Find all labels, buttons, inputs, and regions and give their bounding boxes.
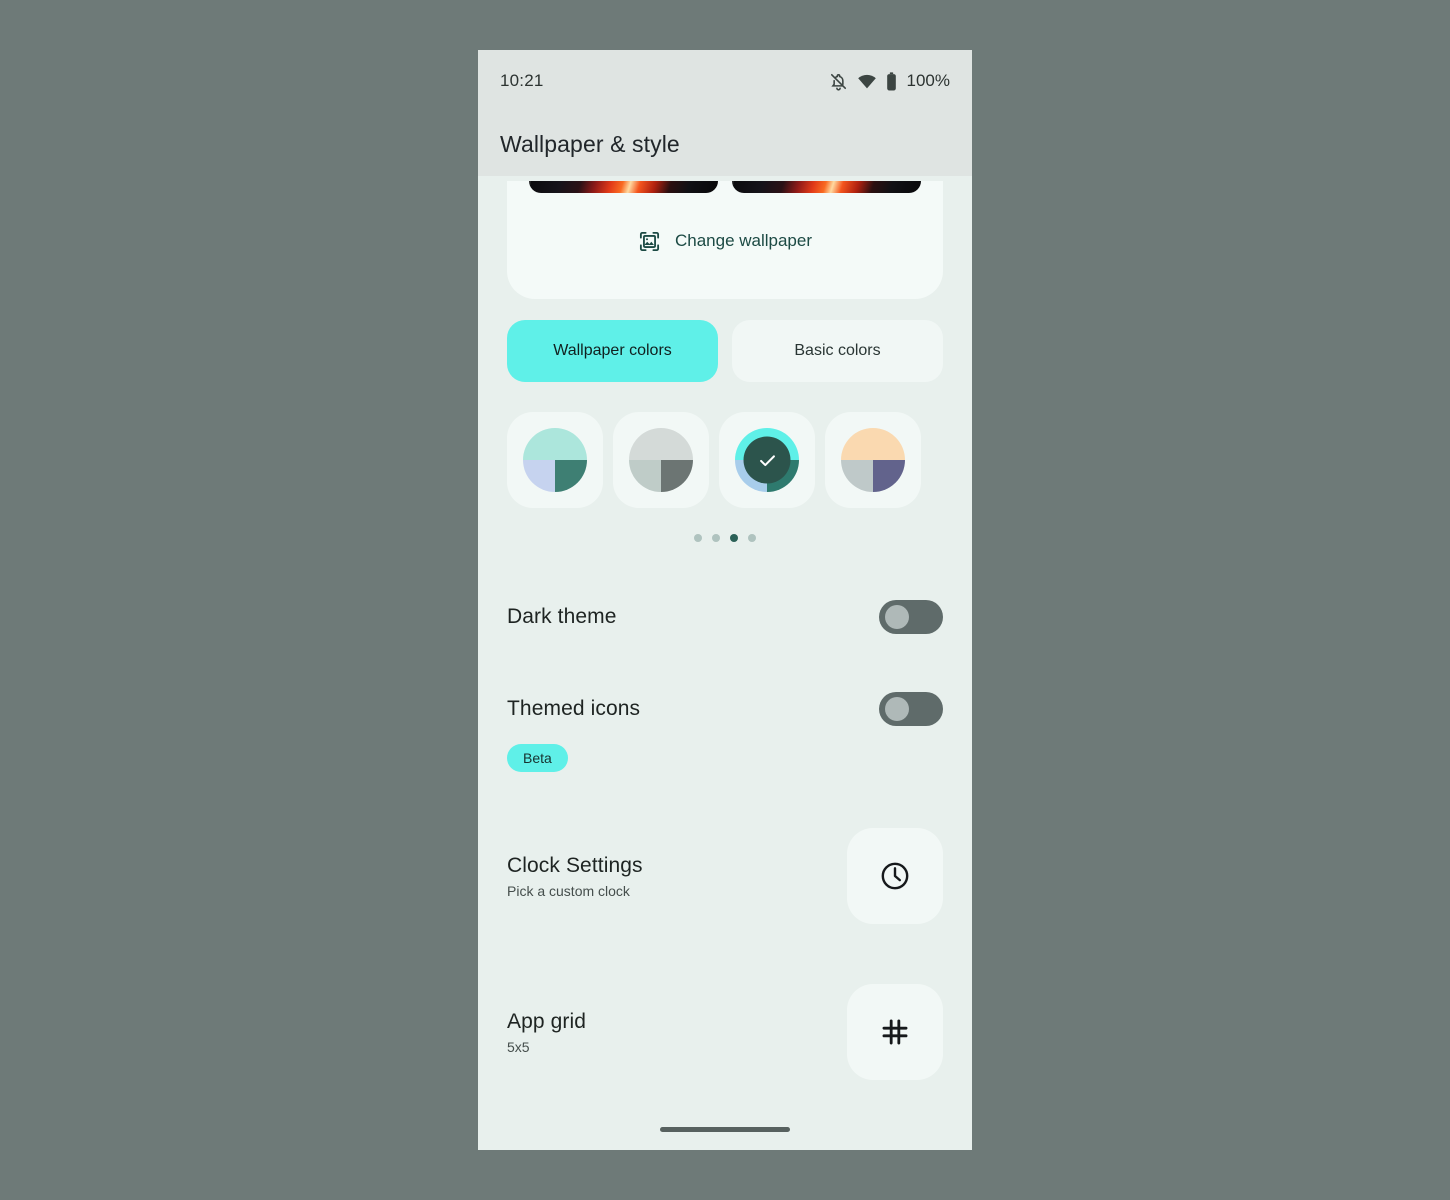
color-source-tabs: Wallpaper colors Basic colors bbox=[507, 320, 943, 382]
clock-settings-tile[interactable] bbox=[847, 828, 943, 924]
swatch-4-bottom-right-color bbox=[873, 460, 905, 492]
color-swatch-2-circle bbox=[629, 428, 693, 492]
themed-icons-toggle[interactable] bbox=[879, 692, 943, 726]
check-icon bbox=[743, 436, 791, 484]
battery-percent-label: 100% bbox=[906, 71, 950, 90]
swatch-4-top-color bbox=[841, 428, 905, 460]
app-grid-sublabel: 5x5 bbox=[507, 1038, 530, 1055]
status-bar: 10:21 100% bbox=[478, 50, 972, 112]
pager-dots[interactable] bbox=[478, 534, 972, 542]
settings-scroll-content: Change wallpaper Wallpaper colors Basic … bbox=[478, 181, 972, 1080]
image-frame-icon bbox=[638, 230, 661, 253]
app-grid-texts: App grid 5x5 bbox=[507, 1010, 847, 1055]
swatch-2-bottom-left-color bbox=[629, 460, 661, 492]
color-swatch-1-circle bbox=[523, 428, 587, 492]
clock-settings-label: Clock Settings bbox=[507, 853, 643, 877]
clock-settings-texts: Clock Settings Pick a custom clock bbox=[507, 854, 847, 899]
app-bar: Wallpaper & style bbox=[478, 112, 972, 176]
setting-row-dark-theme[interactable]: Dark theme bbox=[478, 578, 972, 656]
wallpaper-card: Change wallpaper bbox=[507, 181, 943, 299]
dark-theme-toggle[interactable] bbox=[879, 600, 943, 634]
tab-basic-colors-label: Basic colors bbox=[794, 342, 881, 359]
wallpaper-preview-lock[interactable] bbox=[732, 181, 921, 193]
swatch-1-bottom-right-color bbox=[555, 460, 587, 492]
page-title: Wallpaper & style bbox=[500, 130, 680, 157]
battery-icon bbox=[886, 71, 897, 91]
wifi-icon bbox=[857, 73, 877, 89]
pager-dot-2[interactable] bbox=[712, 534, 720, 542]
clock-icon bbox=[878, 859, 912, 893]
status-bar-icons: 100% bbox=[829, 71, 950, 91]
color-swatch-2[interactable] bbox=[613, 412, 709, 508]
tab-basic-colors[interactable]: Basic colors bbox=[732, 320, 943, 382]
status-badge-beta: Beta bbox=[507, 744, 568, 772]
grid-hash-icon bbox=[878, 1015, 912, 1049]
app-grid-tile[interactable] bbox=[847, 984, 943, 1080]
status-bar-clock: 10:21 bbox=[500, 71, 544, 90]
swatch-4-bottom-left-color bbox=[841, 460, 873, 492]
color-swatch-1[interactable] bbox=[507, 412, 603, 508]
pager-dot-1[interactable] bbox=[694, 534, 702, 542]
phone-screen: 10:21 100% Wallpaper & style Change wall… bbox=[478, 50, 972, 1150]
change-wallpaper-label: Change wallpaper bbox=[674, 231, 813, 250]
color-swatch-4[interactable] bbox=[825, 412, 921, 508]
swatch-1-top-color bbox=[523, 428, 587, 460]
app-grid-label: App grid bbox=[507, 1009, 587, 1033]
dark-theme-texts: Dark theme bbox=[507, 605, 879, 629]
tab-wallpaper-colors[interactable]: Wallpaper colors bbox=[507, 320, 718, 382]
setting-row-themed-icons[interactable]: Themed icons bbox=[478, 670, 972, 748]
dark-theme-label: Dark theme bbox=[507, 605, 617, 628]
setting-row-app-grid[interactable]: App grid 5x5 bbox=[478, 984, 972, 1080]
setting-row-clock-settings[interactable]: Clock Settings Pick a custom clock bbox=[478, 828, 972, 924]
notifications-off-icon bbox=[829, 72, 848, 91]
tab-wallpaper-colors-label: Wallpaper colors bbox=[553, 342, 672, 359]
wallpaper-preview-home[interactable] bbox=[529, 181, 718, 193]
dark-theme-toggle-knob bbox=[885, 605, 909, 629]
beta-badge-wrap: Beta bbox=[478, 744, 972, 772]
color-swatch-4-circle bbox=[841, 428, 905, 492]
home-indicator[interactable] bbox=[660, 1127, 790, 1132]
swatch-2-bottom-right-color bbox=[661, 460, 693, 492]
change-wallpaper-button[interactable]: Change wallpaper bbox=[507, 193, 943, 289]
pager-dot-3-active[interactable] bbox=[730, 534, 738, 542]
wallpaper-previews bbox=[507, 181, 943, 193]
clock-settings-sublabel: Pick a custom clock bbox=[507, 882, 630, 899]
color-swatch-3-selected[interactable] bbox=[719, 412, 815, 508]
themed-icons-label: Themed icons bbox=[507, 697, 641, 720]
themed-icons-toggle-knob bbox=[885, 697, 909, 721]
color-swatch-row bbox=[478, 412, 972, 508]
pager-dot-4[interactable] bbox=[748, 534, 756, 542]
themed-icons-texts: Themed icons bbox=[507, 697, 879, 721]
swatch-1-bottom-left-color bbox=[523, 460, 555, 492]
swatch-2-top-color bbox=[629, 428, 693, 460]
